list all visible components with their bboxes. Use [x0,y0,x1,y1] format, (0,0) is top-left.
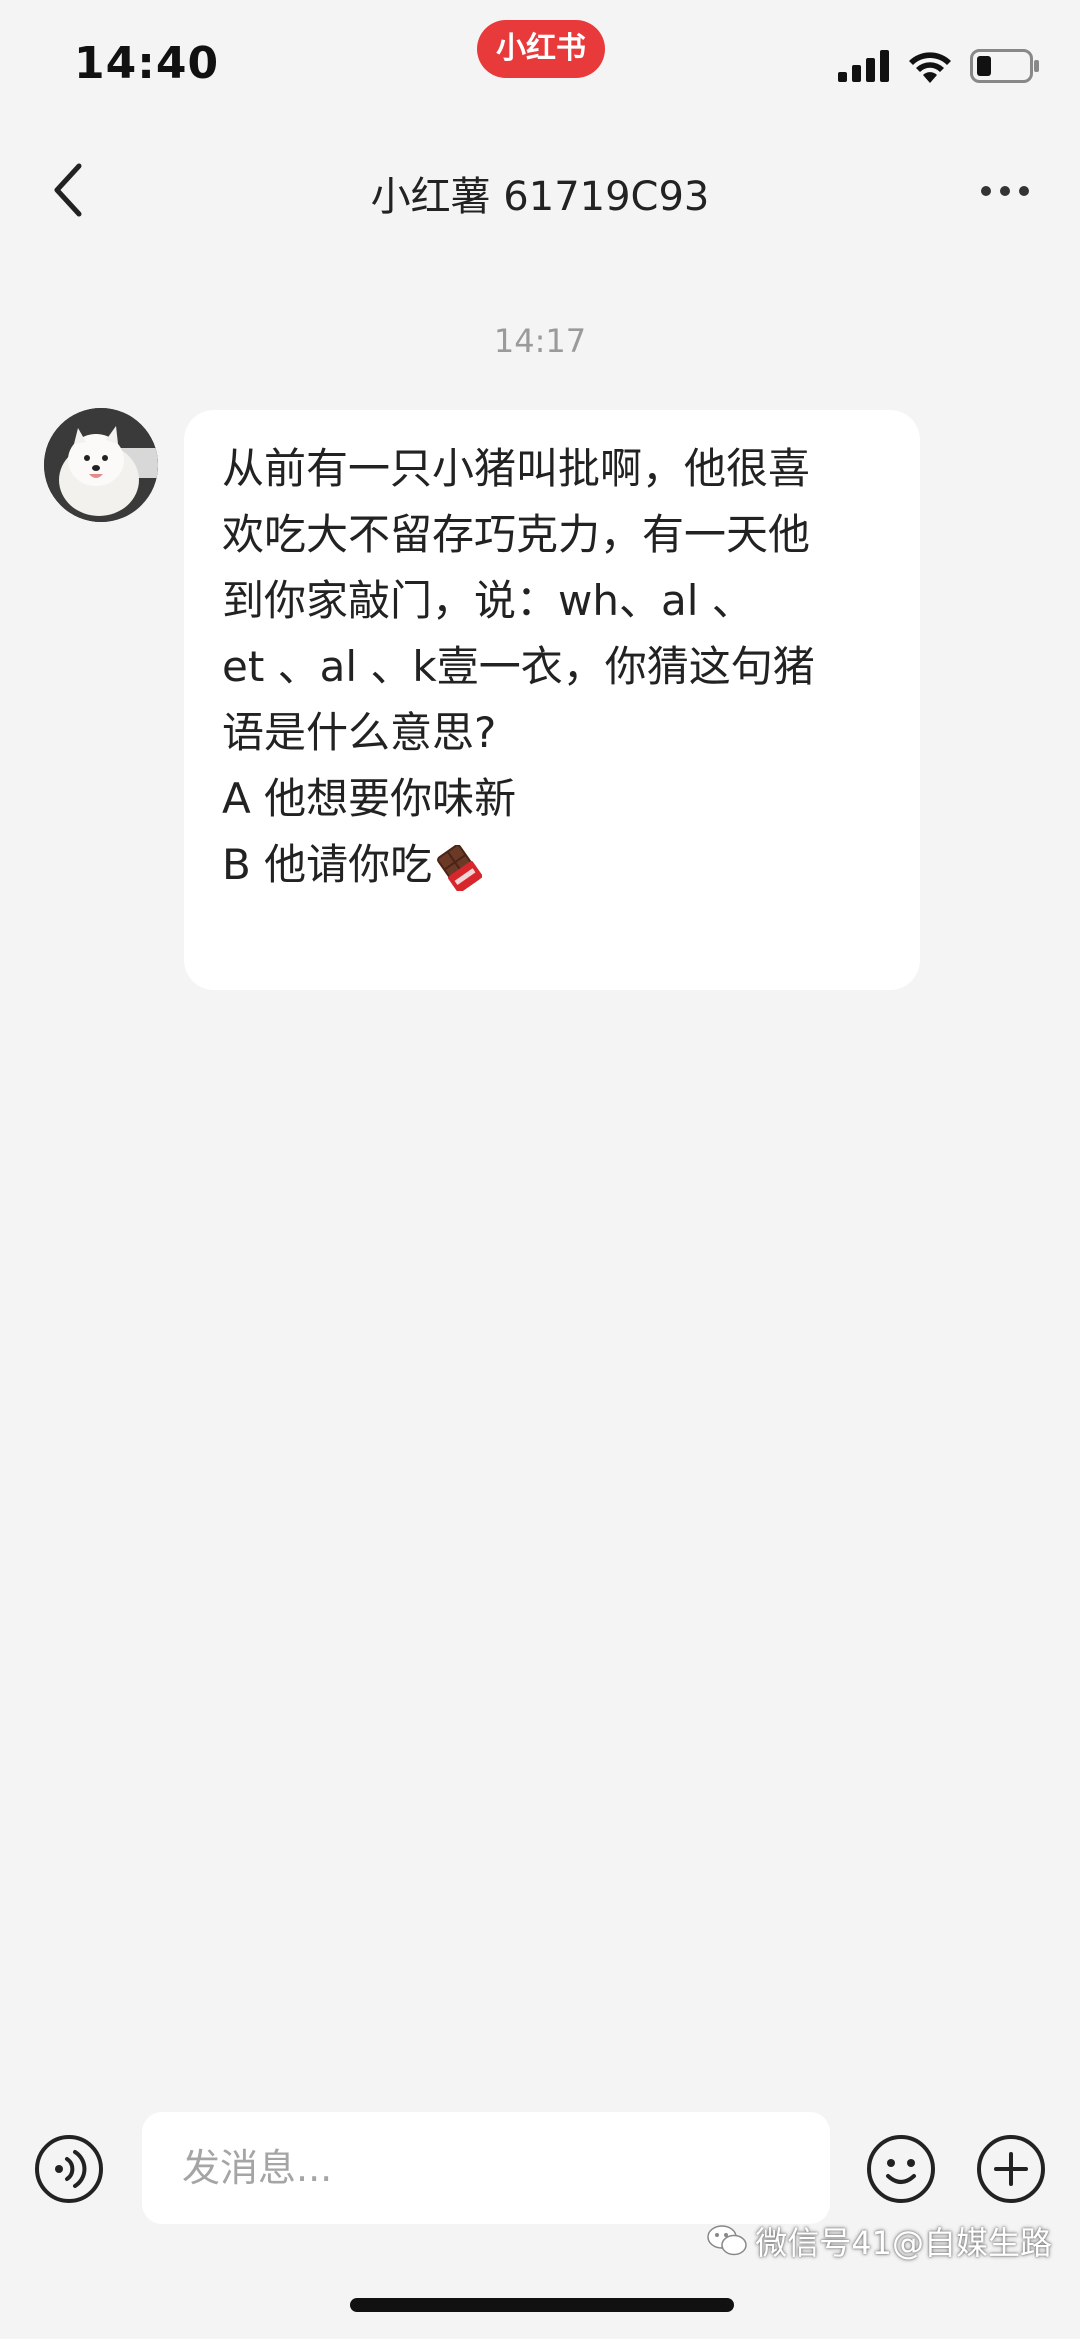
message-timestamp: 14:17 [493,322,587,360]
plus-circle-icon [977,2135,1045,2203]
more-options-button[interactable] [970,166,1040,216]
message-line: 语是什么意思? [222,708,497,757]
message-line: et 、al 、k壹一衣，你猜这句猪 [222,642,815,691]
smiley-icon [867,2135,935,2203]
message-line: 到你家敲门，说：wh、al 、 [222,576,754,625]
status-bar: 14:40 小红书 [0,0,1080,130]
voice-icon [35,2135,103,2203]
samoyed-dog-avatar [44,408,158,522]
signal-icon [838,50,889,82]
battery-icon [970,49,1039,83]
chat-screen: 14:40 小红书 小红薯 61719C93 14:17 从前有一只小猪叫批啊，… [0,0,1080,2339]
watermark: 微信号41@自媒生路 [707,2218,1052,2264]
message-line-with-emoji: B 他请你吃 [222,832,890,898]
chocolate-bar-icon [437,844,483,891]
home-indicator[interactable] [350,2298,734,2312]
avatar[interactable] [44,408,158,522]
message-bubble[interactable]: 从前有一只小猪叫批啊，他很喜 欢吃大不留存巧克力，有一天他 到你家敲门，说：wh… [184,410,920,990]
message-input[interactable] [142,2112,830,2224]
conversation-title: 小红薯 61719C93 [370,174,710,220]
voice-button[interactable] [34,2134,104,2204]
add-attachment-button[interactable] [976,2134,1046,2204]
chat-header: 小红薯 61719C93 [0,140,1080,240]
wifi-icon [909,52,951,83]
wechat-icon [707,2225,748,2256]
status-time: 14:40 [74,38,220,89]
message-line: A 他想要你味新 [222,774,517,823]
message-line: 从前有一只小猪叫批啊，他很喜 [222,444,811,493]
status-icons [838,46,1040,86]
watermark-text: 微信号41@自媒生路 [755,2224,1052,2262]
emoji-button[interactable] [866,2134,936,2204]
message-line: 欢吃大不留存巧克力，有一天他 [222,510,811,559]
more-dots-icon [981,186,1029,196]
app-badge: 小红书 [477,20,605,78]
message-line-text: B 他请你吃 [222,840,433,889]
